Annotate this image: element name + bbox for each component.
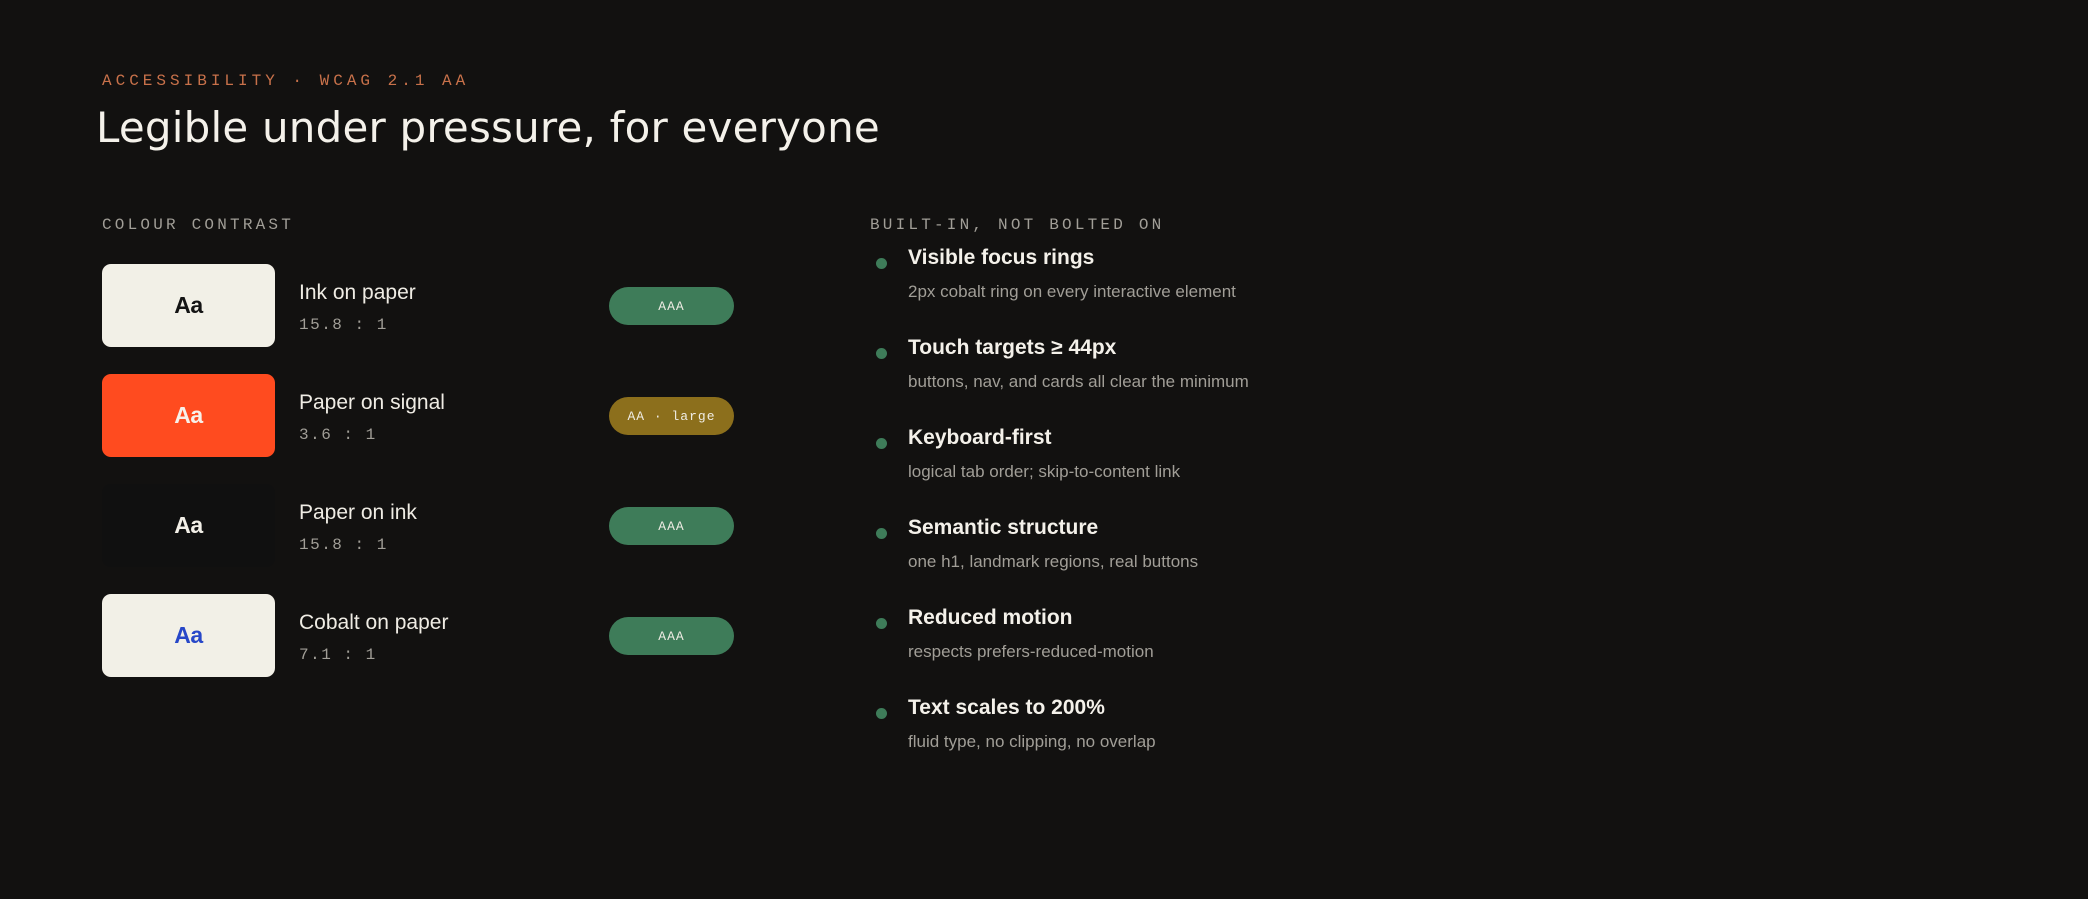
bullet-dot-icon: [876, 528, 887, 539]
contrast-pair-name: Cobalt on paper: [299, 611, 449, 634]
feature-title: Visible focus rings: [908, 246, 1095, 269]
feature-title: Reduced motion: [908, 606, 1073, 629]
feature-title: Touch targets ≥ 44px: [908, 336, 1117, 359]
page-title: Legible under pressure, for everyone: [96, 103, 880, 152]
bullet-dot-icon: [876, 708, 887, 719]
contrast-swatch: Aa: [102, 374, 275, 457]
features-section-label: BUILT-IN, NOT BOLTED ON: [870, 216, 1165, 234]
contrast-swatch: Aa: [102, 594, 275, 677]
contrast-swatch: Aa: [102, 484, 275, 567]
list-item: Touch targets ≥ 44px buttons, nav, and c…: [870, 336, 1590, 426]
feature-description: buttons, nav, and cards all clear the mi…: [908, 372, 1249, 391]
contrast-ratio: 3.6 : 1: [299, 426, 377, 444]
list-item: Visible focus rings 2px cobalt ring on e…: [870, 246, 1590, 336]
bullet-dot-icon: [876, 348, 887, 359]
wcag-level-badge: AAA: [609, 617, 734, 655]
list-item: Text scales to 200% fluid type, no clipp…: [870, 696, 1590, 786]
wcag-level-badge: AAA: [609, 507, 734, 545]
list-item: Keyboard-first logical tab order; skip-t…: [870, 426, 1590, 516]
contrast-row-paper-on-signal: Aa Paper on signal 3.6 : 1 AA · large: [102, 374, 742, 458]
feature-title: Semantic structure: [908, 516, 1099, 539]
feature-list: Visible focus rings 2px cobalt ring on e…: [870, 246, 1590, 786]
contrast-ratio: 15.8 : 1: [299, 536, 388, 554]
contrast-section-label: COLOUR CONTRAST: [102, 216, 295, 234]
contrast-list: Aa Ink on paper 15.8 : 1 AAA Aa Paper on…: [102, 264, 742, 704]
contrast-pair-name: Paper on ink: [299, 501, 417, 524]
wcag-level-badge: AA · large: [609, 397, 734, 435]
feature-description: logical tab order; skip-to-content link: [908, 462, 1181, 481]
contrast-ratio: 7.1 : 1: [299, 646, 377, 664]
bullet-dot-icon: [876, 438, 887, 449]
bullet-dot-icon: [876, 618, 887, 629]
wcag-level-badge: AAA: [609, 287, 734, 325]
feature-title: Keyboard-first: [908, 426, 1052, 449]
feature-description: one h1, landmark regions, real buttons: [908, 552, 1199, 571]
feature-title: Text scales to 200%: [908, 696, 1105, 719]
feature-description: respects prefers-reduced-motion: [908, 642, 1154, 661]
contrast-swatch: Aa: [102, 264, 275, 347]
bullet-dot-icon: [876, 258, 887, 269]
contrast-ratio: 15.8 : 1: [299, 316, 388, 334]
section-eyebrow: ACCESSIBILITY · WCAG 2.1 AA: [102, 72, 470, 90]
contrast-row-paper-on-ink: Aa Paper on ink 15.8 : 1 AAA: [102, 484, 742, 568]
list-item: Semantic structure one h1, landmark regi…: [870, 516, 1590, 606]
contrast-row-ink-on-paper: Aa Ink on paper 15.8 : 1 AAA: [102, 264, 742, 348]
feature-description: fluid type, no clipping, no overlap: [908, 732, 1156, 751]
feature-description: 2px cobalt ring on every interactive ele…: [908, 282, 1236, 301]
contrast-pair-name: Ink on paper: [299, 281, 416, 304]
contrast-row-cobalt-on-paper: Aa Cobalt on paper 7.1 : 1 AAA: [102, 594, 742, 678]
list-item: Reduced motion respects prefers-reduced-…: [870, 606, 1590, 696]
contrast-pair-name: Paper on signal: [299, 391, 445, 414]
